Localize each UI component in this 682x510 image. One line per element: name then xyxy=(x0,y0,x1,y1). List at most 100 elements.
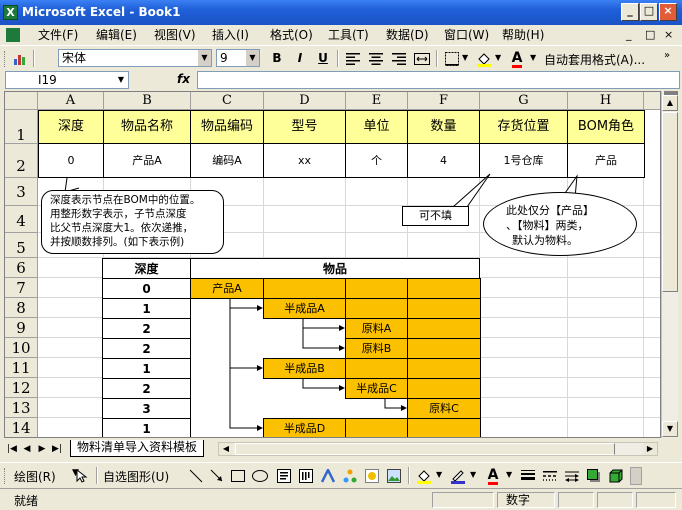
worksheet-grid[interactable]: A B C D E F G H 1 2 3 4 5 6 7 8 9 10 11 … xyxy=(4,91,661,438)
autoformat-button[interactable]: 自动套用格式(A)... xyxy=(544,51,645,68)
3d-style-icon[interactable] xyxy=(606,466,626,485)
italic-button[interactable]: I xyxy=(290,49,310,68)
clipart-icon[interactable] xyxy=(362,466,382,485)
line-tool-icon[interactable] xyxy=(186,466,206,485)
vertical-text-box-icon[interactable] xyxy=(296,466,316,485)
draw-menu-button[interactable]: 绘图(R) xyxy=(14,468,56,485)
arrow-style-icon[interactable] xyxy=(562,466,582,485)
scroll-thumb[interactable] xyxy=(662,112,678,292)
chart-wizard-icon[interactable] xyxy=(10,49,30,68)
autoshapes-button[interactable]: 自选图形(U) xyxy=(103,468,169,485)
borders-icon[interactable] xyxy=(442,49,462,68)
name-box-value: I19 xyxy=(38,73,57,87)
menu-tools[interactable]: 工具(T) xyxy=(326,27,371,43)
role-note-line-3: 默认为物料。 xyxy=(512,234,578,247)
menu-window[interactable]: 窗口(W) xyxy=(442,27,491,43)
scroll-down-button[interactable]: ▼ xyxy=(662,421,678,437)
menu-insert[interactable]: 插入(I) xyxy=(210,27,251,43)
toolbar-options-icon[interactable]: » xyxy=(664,50,670,61)
insert-picture-icon[interactable] xyxy=(384,466,404,485)
select-objects-icon[interactable] xyxy=(72,466,92,485)
font-size-combo[interactable]: 9 ▼ xyxy=(216,49,260,67)
role-note-callout[interactable]: 此处仅分【产品】 、【物料】两类， 默认为物料。 xyxy=(483,192,637,256)
font-color-icon[interactable]: A xyxy=(507,49,527,68)
formula-bar: I19 ▼ fx xyxy=(0,70,682,91)
fill-color-icon[interactable] xyxy=(474,49,494,68)
status-pane xyxy=(636,492,676,508)
status-pane xyxy=(597,492,633,508)
chevron-down-icon[interactable]: ▼ xyxy=(530,53,536,62)
align-left-icon[interactable] xyxy=(343,49,363,68)
line-style-icon[interactable] xyxy=(518,466,538,485)
horizontal-scrollbar[interactable]: ◀ ▶ xyxy=(218,442,658,456)
font-name-combo[interactable]: 宋体 ▼ xyxy=(58,49,212,67)
dash-style-icon[interactable] xyxy=(540,466,560,485)
line-color-icon[interactable] xyxy=(448,466,468,485)
status-num-lock: 数字 xyxy=(497,492,555,508)
location-note-callout[interactable]: 可不填 xyxy=(402,206,469,226)
name-box[interactable]: I19 ▼ xyxy=(5,71,129,89)
chevron-down-icon[interactable]: ▼ xyxy=(506,470,512,479)
horizontal-scroll-thumb[interactable] xyxy=(235,443,615,455)
menu-bar: 文件(F) 编辑(E) 视图(V) 插入(I) 格式(O) 工具(T) 数据(D… xyxy=(0,25,682,45)
chevron-down-icon[interactable]: ▼ xyxy=(198,50,211,66)
location-note-text: 可不填 xyxy=(419,209,452,222)
menu-data[interactable]: 数据(D) xyxy=(384,27,431,43)
scroll-left-button[interactable]: ◀ xyxy=(219,443,233,455)
chevron-down-icon[interactable]: ▼ xyxy=(436,470,442,479)
depth-note-line-1: 深度表示节点在BOM中的位置。 xyxy=(50,194,201,206)
status-pane xyxy=(558,492,594,508)
font-name-value: 宋体 xyxy=(62,51,87,65)
arrow-tool-icon[interactable] xyxy=(207,466,227,485)
excel-logo-icon: X xyxy=(3,5,18,20)
last-sheet-button[interactable]: ▶| xyxy=(51,442,63,456)
menu-view[interactable]: 视图(V) xyxy=(152,27,198,43)
scroll-right-button[interactable]: ▶ xyxy=(643,443,657,455)
depth-note-line-4: 并按顺数排列。(如下表示例) xyxy=(50,236,185,248)
bold-button[interactable]: B xyxy=(267,49,287,68)
align-center-icon[interactable] xyxy=(366,49,386,68)
vertical-scrollbar[interactable]: ▲ ▼ xyxy=(661,91,678,438)
chevron-down-icon[interactable]: ▼ xyxy=(118,72,124,88)
chevron-down-icon[interactable]: ▼ xyxy=(495,53,501,62)
formula-input[interactable] xyxy=(197,71,680,89)
depth-note-callout[interactable]: 深度表示节点在BOM中的位置。 用整形数字表示，子节点深度 比父节点深度大1。依… xyxy=(41,190,224,254)
chevron-down-icon[interactable]: ▼ xyxy=(246,50,259,66)
document-icon[interactable] xyxy=(6,28,20,42)
rectangle-tool-icon[interactable] xyxy=(228,466,248,485)
diagram-icon[interactable] xyxy=(340,466,360,485)
doc-minimize-button[interactable]: _ xyxy=(626,28,632,41)
maximize-button[interactable]: □ xyxy=(640,3,658,21)
doc-restore-button[interactable]: □ xyxy=(645,28,655,41)
next-sheet-button[interactable]: ▶ xyxy=(36,442,48,456)
shadow-style-icon[interactable] xyxy=(584,466,604,485)
menu-help[interactable]: 帮助(H) xyxy=(500,27,546,43)
minimize-button[interactable]: _ xyxy=(621,3,639,21)
align-right-icon[interactable] xyxy=(389,49,409,68)
doc-close-button[interactable]: × xyxy=(664,28,673,41)
font-color-icon[interactable]: A xyxy=(483,466,503,485)
fill-color-icon[interactable] xyxy=(414,466,434,485)
chevron-down-icon[interactable]: ▼ xyxy=(462,53,468,62)
bom-connector-arrow xyxy=(302,378,345,391)
text-box-icon[interactable] xyxy=(274,466,294,485)
wordart-icon[interactable] xyxy=(318,466,338,485)
toolbar-grip[interactable] xyxy=(4,51,7,67)
prev-sheet-button[interactable]: ◀ xyxy=(21,442,33,456)
chevron-down-icon[interactable]: ▼ xyxy=(470,470,476,479)
oval-tool-icon[interactable] xyxy=(250,466,270,485)
font-size-value: 9 xyxy=(220,51,228,65)
menu-format[interactable]: 格式(O) xyxy=(268,27,315,43)
toolbar-grip[interactable] xyxy=(4,468,7,484)
menu-edit[interactable]: 编辑(E) xyxy=(94,27,139,43)
bom-connector-arrow xyxy=(229,298,263,311)
sheet-tab-active[interactable]: 物料清单导入资料模板 xyxy=(70,440,205,457)
menu-file[interactable]: 文件(F) xyxy=(36,27,80,43)
merge-center-icon[interactable] xyxy=(412,49,432,68)
close-button[interactable]: × xyxy=(659,3,677,21)
insert-function-icon[interactable]: fx xyxy=(177,72,193,88)
first-sheet-button[interactable]: |◀ xyxy=(6,442,18,456)
scroll-up-button[interactable]: ▲ xyxy=(662,95,678,111)
underline-button[interactable]: U xyxy=(313,49,333,68)
toolbar-options-icon[interactable] xyxy=(630,467,642,485)
